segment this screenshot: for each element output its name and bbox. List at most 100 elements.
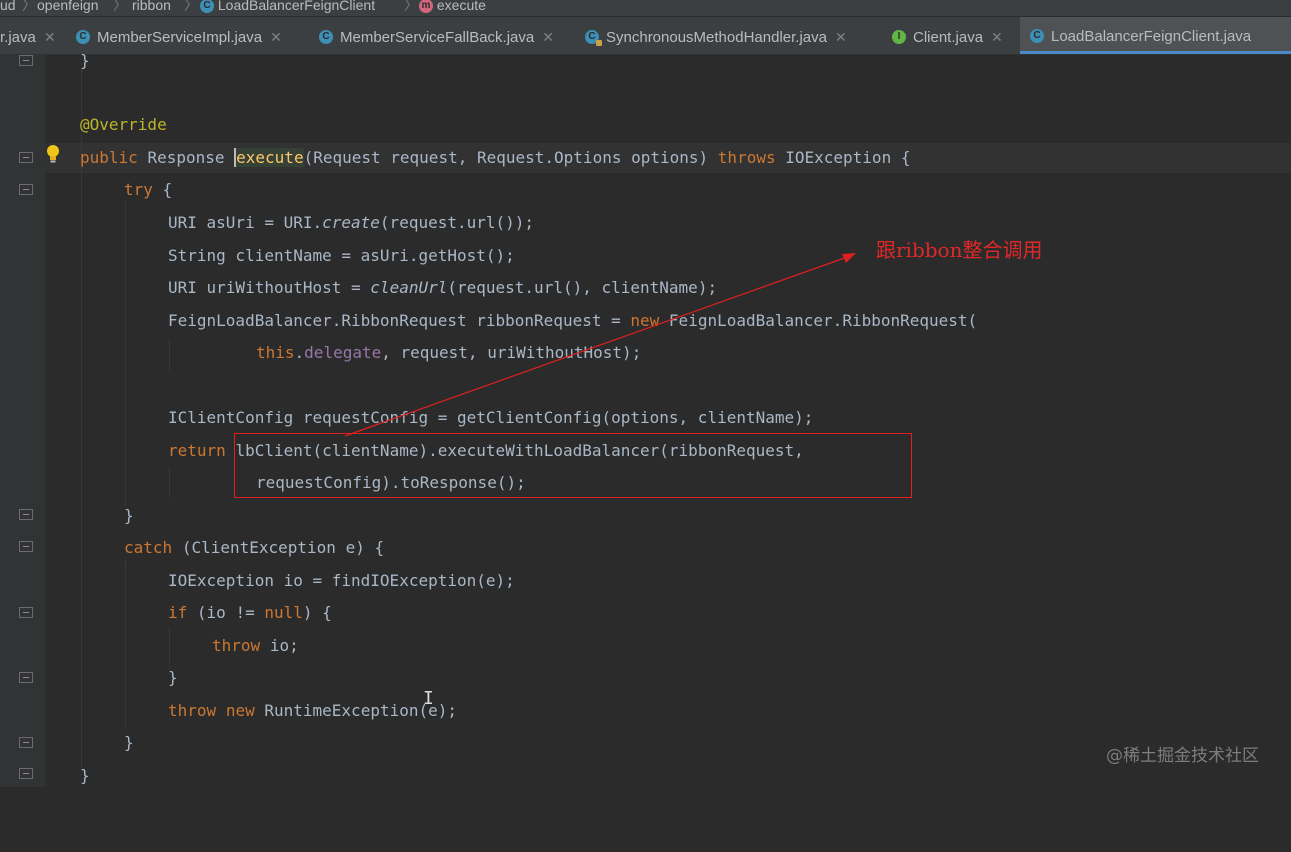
tab-label: r.java [0,29,36,46]
callout-arrow [344,253,856,437]
breadcrumb-item-class[interactable]: C LoadBalancerFeignClient [200,0,376,14]
breadcrumb-item-method[interactable]: m execute [419,0,486,14]
fold-marker-icon[interactable] [19,607,33,618]
tab-label: MemberServiceImpl.java [97,29,263,46]
code-text: IClientConfig requestConfig = getClientC… [168,408,814,427]
fold-marker-icon[interactable] [19,509,33,520]
code-line: URI uriWithoutHost = cleanUrl(request.ur… [168,277,717,299]
code-keyword: catch [124,538,173,557]
close-icon[interactable]: ✕ [44,29,56,45]
code-line: FeignLoadBalancer.RibbonRequest ribbonRe… [168,310,977,332]
editor-tab-bar: r.java ✕ C MemberServiceImpl.java ✕ C Member… [0,17,1291,55]
code-text: } [168,668,178,687]
fold-marker-icon[interactable] [19,737,33,748]
close-icon[interactable]: ✕ [991,29,1003,45]
code-text: , request, uriWithoutHost); [381,343,642,362]
tab-memberserviceimpl[interactable]: C MemberServiceImpl.java ✕ [76,17,308,54]
class-icon: C [76,29,90,44]
tab-client[interactable]: I Client.java ✕ [892,17,1016,54]
tab-memberservicefallback[interactable]: C MemberServiceFallBack.java ✕ [319,17,571,54]
code-text: URI uriWithoutHost = [168,278,371,297]
code-text: Response [147,148,225,167]
tab-label: LoadBalancerFeignClient.java [1051,28,1252,45]
interface-icon: I [892,29,906,44]
code-text: ) { [302,603,332,622]
lightbulb-icon[interactable] [45,143,61,165]
code-keyword: throws [717,148,776,167]
watermark: @稀土掘金技术社区 [1106,746,1259,766]
code-annotation: @Override [80,115,167,134]
fold-marker-icon[interactable] [19,184,33,195]
code-keyword: if [168,603,188,622]
fold-marker-icon[interactable] [19,55,33,66]
code-text: IOException { [785,148,911,167]
code-text: (Request request, Request.Options option… [303,148,709,167]
class-icon: C [319,29,333,44]
tab-loadbalancerfeignclient[interactable]: C LoadBalancerFeignClient.java [1020,17,1291,54]
code-keyword: this [256,343,295,362]
code-keyword: new [630,311,660,330]
code-line: } [80,50,90,72]
fold-marker-icon[interactable] [19,768,33,779]
code-text: (request.url(), clientName); [447,278,718,297]
code-line: } [168,667,178,689]
fold-marker-icon[interactable] [19,152,33,163]
breadcrumb-class-label: LoadBalancerFeignClient [217,0,376,13]
text-cursor-icon: I [423,688,434,709]
indent-guide [125,560,126,730]
fold-marker-icon[interactable] [19,672,33,683]
chevron-right-icon: 〉 [184,0,198,13]
close-icon[interactable]: ✕ [270,29,282,45]
breadcrumb: ud 〉 openfeign 〉 ribbon 〉 C LoadBalancer… [0,0,1291,16]
code-line: @Override [80,114,167,136]
close-icon[interactable]: ✕ [542,29,554,45]
fold-marker-icon[interactable] [19,541,33,552]
breadcrumb-item-ribbon[interactable]: ribbon [132,0,171,12]
highlight-box [234,433,912,498]
code-text: } [124,506,134,525]
code-text: String clientName = asUri.getHost(); [168,246,515,265]
code-line: catch (ClientException e) { [124,537,384,559]
code-line: } [124,505,134,527]
code-keyword: new [225,701,255,720]
indent-guide [125,200,126,505]
code-line: throw new RuntimeException(e); [168,700,457,722]
code-editor[interactable]: } @Override public Response execute(Requ… [80,51,977,852]
chevron-right-icon: 〉 [22,0,36,13]
code-text: (request.url()); [379,213,535,232]
code-line: } [80,765,90,787]
code-keyword: null [264,603,303,622]
code-text: } [80,51,90,70]
close-icon[interactable]: ✕ [835,29,847,45]
code-text: } [124,733,134,752]
code-text: FeignLoadBalancer.RibbonRequest( [668,311,978,330]
code-text: FeignLoadBalancer.RibbonRequest ribbonRe… [168,311,631,330]
code-line: if (io != null) { [168,602,332,624]
code-line: throw io; [212,635,299,657]
code-text: IOException io = findIOException(e); [168,571,515,590]
code-line: this.delegate, request, uriWithoutHost); [256,343,642,362]
breadcrumb-item-openfeign[interactable]: openfeign [37,0,99,12]
method-icon: m [419,0,433,14]
code-text: (ClientException e) { [181,538,385,557]
code-text: (io != [196,603,265,622]
callout-annotation: 跟ribbon整合调用 [876,238,1043,262]
code-static-call: cleanUrl [370,278,448,297]
tab-synchronousmethodhandler[interactable]: C SynchronousMethodHandler.java ✕ [585,17,877,54]
breadcrumb-method-label: execute [436,0,486,13]
code-line: IClientConfig requestConfig = getClientC… [168,407,813,429]
code-line: } [124,732,134,754]
code-line: IOException io = findIOException(e); [168,570,515,592]
code-keyword: public [80,148,138,167]
code-keyword: try [124,180,153,199]
tab-label: SynchronousMethodHandler.java [606,29,827,46]
tab-r-java[interactable]: r.java ✕ [0,17,66,54]
code-text: { [162,180,173,199]
indent-guide [169,628,170,668]
code-field: delegate [304,343,382,362]
code-keyword: throw [168,701,217,720]
code-line: try { [124,179,172,201]
code-static-call: create [322,213,380,232]
code-line: String clientName = asUri.getHost(); [168,245,515,267]
breadcrumb-item-ud[interactable]: ud [0,0,16,12]
